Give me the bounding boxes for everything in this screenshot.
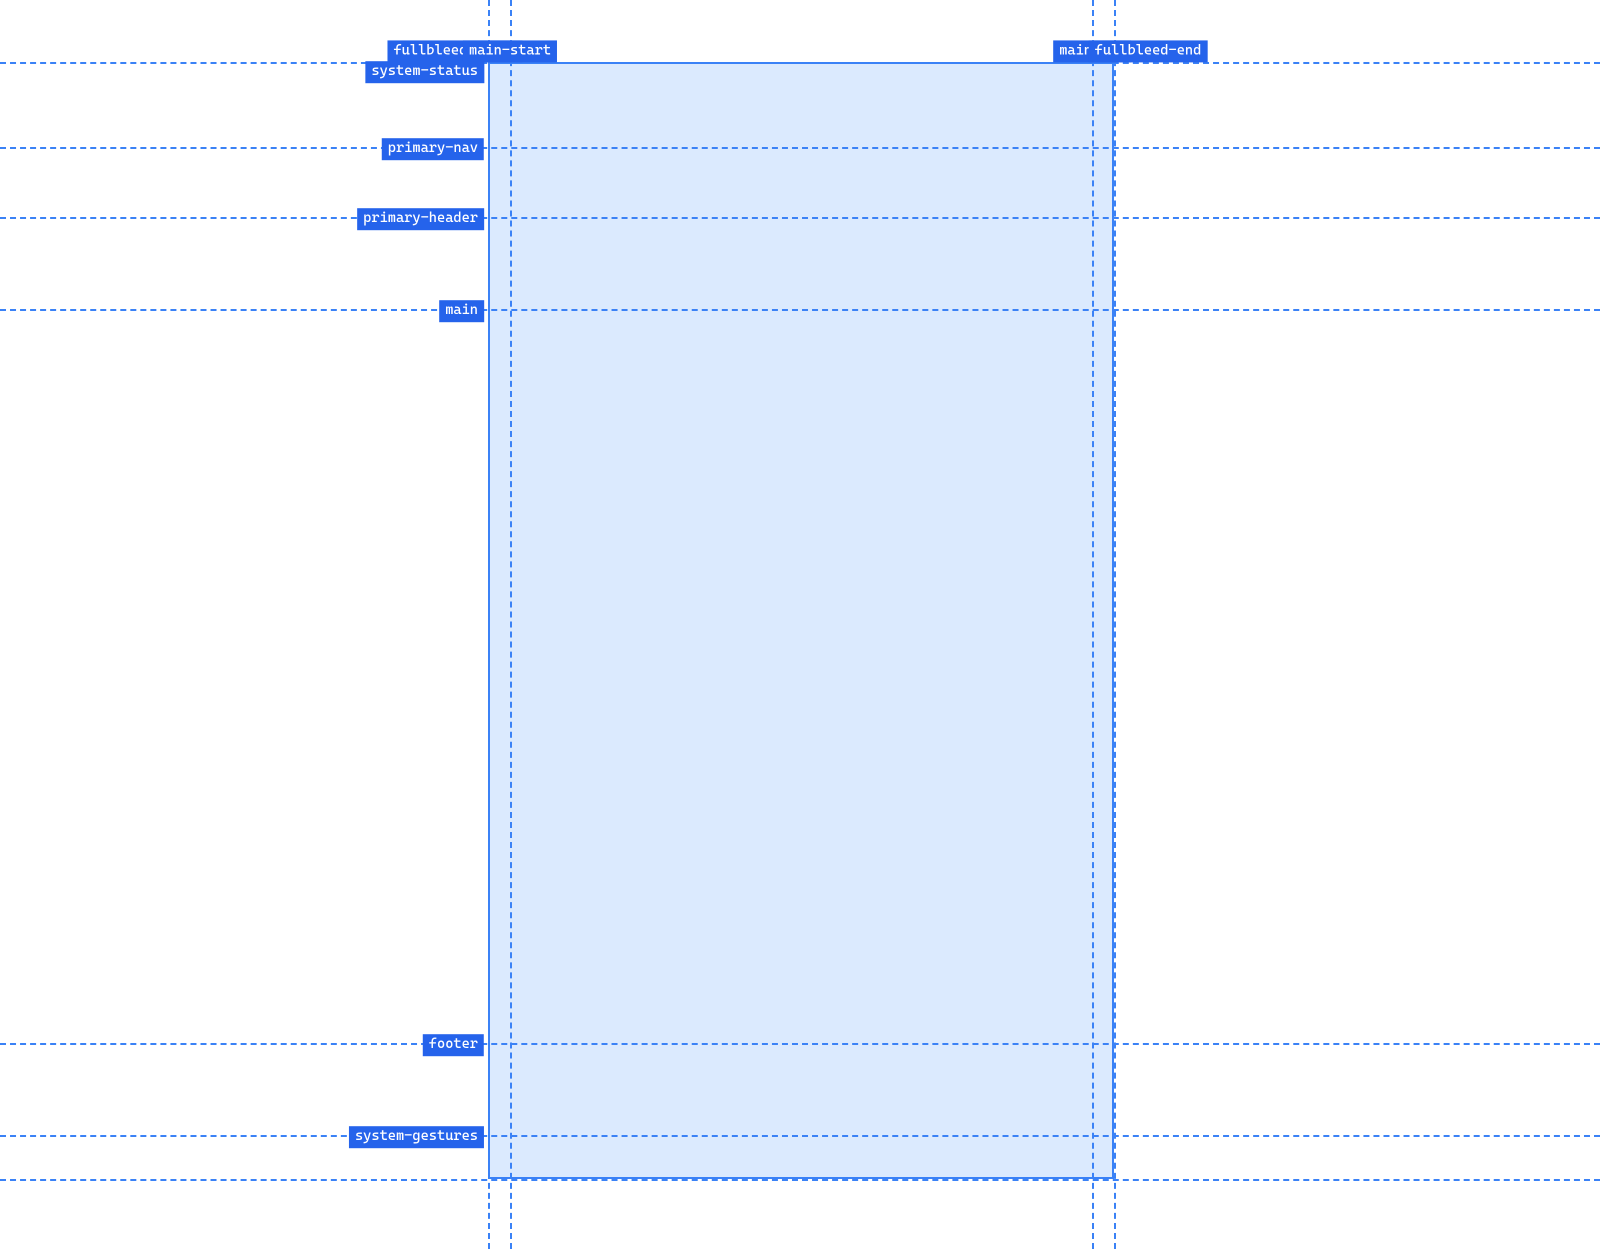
row-label-system-status: system-status <box>365 61 484 83</box>
grid-overlay-diagram: fullbleed-start main-start main-end full… <box>0 0 1600 1249</box>
row-label-system-gestures: system-gestures <box>349 1126 484 1148</box>
column-line-fullbleed-end <box>1114 0 1116 1249</box>
row-label-main: main <box>439 300 484 322</box>
row-line-primary-nav <box>0 147 1600 149</box>
row-line-system-status <box>0 62 1600 64</box>
column-line-fullbleed-start <box>488 0 490 1249</box>
column-label-main-start: main-start <box>463 40 557 62</box>
column-line-main-end <box>1092 0 1094 1249</box>
row-line-end <box>0 1179 1600 1181</box>
row-line-system-gestures <box>0 1135 1600 1137</box>
row-line-primary-header <box>0 217 1600 219</box>
column-line-main-start <box>510 0 512 1249</box>
column-label-fullbleed-end: fullbleed-end <box>1089 40 1208 62</box>
row-line-footer <box>0 1043 1600 1045</box>
grid-container-area <box>488 62 1114 1179</box>
row-label-footer: footer <box>423 1034 484 1056</box>
row-label-primary-nav: primary-nav <box>382 138 484 160</box>
row-label-primary-header: primary-header <box>357 208 484 230</box>
row-line-main <box>0 309 1600 311</box>
